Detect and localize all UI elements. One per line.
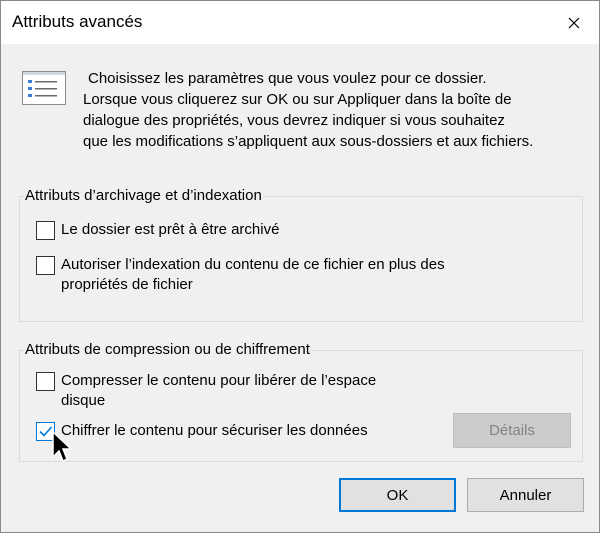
archive-checkbox-row[interactable]: Le dossier est prêt à être archivé <box>36 220 279 240</box>
archive-index-group: Attributs d’archivage et d’indexation Le… <box>19 187 583 322</box>
dialog-description: Choisissez les paramètres que vous voule… <box>83 68 593 152</box>
settings-list-icon <box>22 71 66 105</box>
index-label-line-1: Autoriser l’indexation du contenu de ce … <box>61 256 445 273</box>
details-button[interactable]: Détails <box>453 413 571 448</box>
index-checkbox-row[interactable]: Autoriser l’indexation du contenu de ce … <box>36 255 445 295</box>
encrypt-checkbox-label[interactable]: Chiffrer le contenu pour sécuriser les d… <box>61 421 368 441</box>
dialog-title: Attributs avancés <box>12 12 143 31</box>
compress-checkbox-label[interactable]: Compresser le contenu pour libérer de l’… <box>61 371 376 411</box>
description-line-4: que les modifications s’appliquent aux s… <box>83 133 534 150</box>
cancel-button[interactable]: Annuler <box>467 478 584 512</box>
index-label-line-2: propriétés de fichier <box>61 276 193 293</box>
advanced-attributes-dialog: Attributs avancés Choisissez les paramèt… <box>0 0 600 533</box>
close-button[interactable] <box>549 1 599 44</box>
title-bar: Attributs avancés <box>1 1 599 44</box>
ok-button[interactable]: OK <box>339 478 456 512</box>
description-line-3: dialogue des propriétés, vous devrez ind… <box>83 112 505 129</box>
compress-label-line-1: Compresser le contenu pour libérer de l’… <box>61 372 377 389</box>
archive-index-group-legend: Attributs d’archivage et d’indexation <box>24 187 263 205</box>
index-checkbox-label[interactable]: Autoriser l’indexation du contenu de ce … <box>61 255 445 295</box>
checkmark-icon <box>39 426 53 437</box>
close-icon <box>568 17 580 28</box>
encrypt-checkbox-row[interactable]: Chiffrer le contenu pour sécuriser les d… <box>36 421 368 441</box>
compress-encrypt-group-legend: Attributs de compression ou de chiffreme… <box>24 341 311 359</box>
compress-label-line-2: disque <box>61 392 106 409</box>
compress-encrypt-group: Attributs de compression ou de chiffreme… <box>19 341 583 462</box>
description-line-2: Lorsque vous cliquerez sur OK ou sur App… <box>83 91 512 108</box>
archive-checkbox[interactable] <box>36 221 55 240</box>
mouse-pointer-icon <box>52 431 72 463</box>
dialog-body: Choisissez les paramètres que vous voule… <box>1 44 599 532</box>
archive-checkbox-label[interactable]: Le dossier est prêt à être archivé <box>61 220 279 240</box>
index-checkbox[interactable] <box>36 256 55 275</box>
compress-checkbox[interactable] <box>36 372 55 391</box>
description-line-1: Choisissez les paramètres que vous voule… <box>88 70 487 87</box>
compress-checkbox-row[interactable]: Compresser le contenu pour libérer de l’… <box>36 371 376 411</box>
